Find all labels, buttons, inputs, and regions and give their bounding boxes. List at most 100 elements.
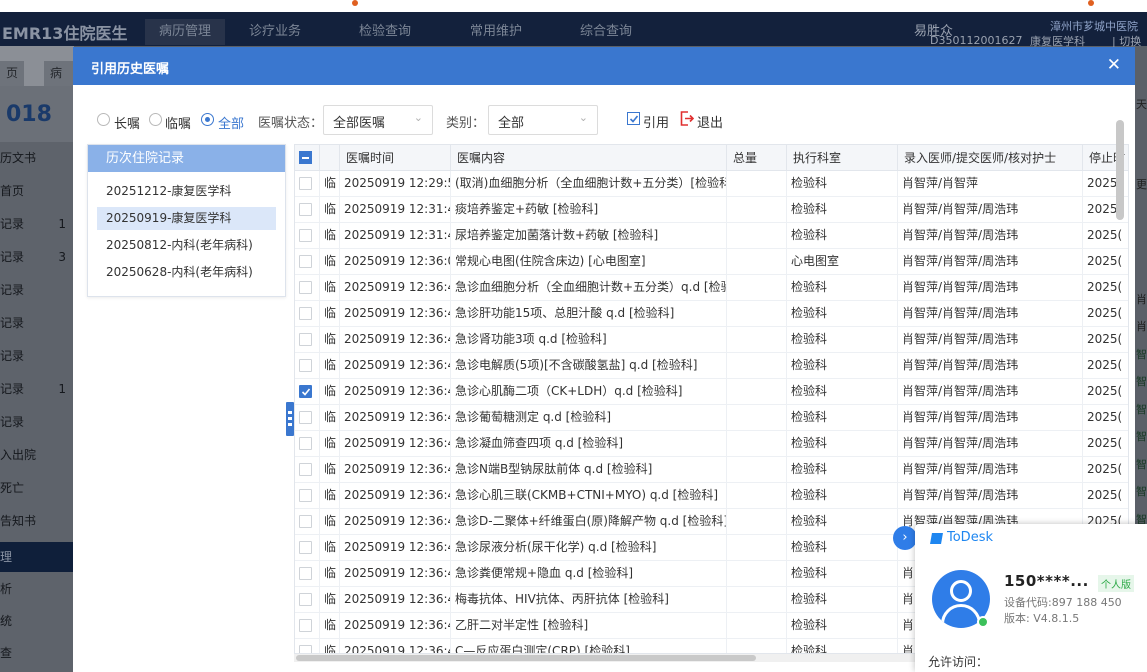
tab-record[interactable]: 病历: [44, 61, 74, 105]
table-row[interactable]: 临 20250919 12:36:04 常规心电图(住院含床边) [心电图室] 心电图…: [295, 249, 1128, 275]
table-row[interactable]: 临 20250919 12:29:58 (取消)血细胞分析（全血细胞计数+五分类）[…: [295, 171, 1128, 197]
col-staff[interactable]: 录入医师/提交医师/核对护士: [898, 145, 1083, 171]
sidebar-item[interactable]: 入出院: [0, 439, 74, 472]
right-edge-text: 智: [1136, 430, 1147, 443]
table-row[interactable]: 临 20250919 12:31:45 痰培养鉴定+药敏 [检验科] 检验科 肖智萍/肖…: [295, 197, 1128, 223]
col-time[interactable]: 医嘱时间: [340, 145, 451, 171]
sidebar-item[interactable]: 死亡: [0, 472, 74, 505]
cell-staff: 肖智萍/肖智萍/周浩玮: [898, 301, 1083, 326]
sidebar-item[interactable]: 记录 1: [0, 373, 74, 406]
row-checkbox[interactable]: [299, 593, 312, 606]
sidebar-item[interactable]: 记录: [0, 274, 74, 307]
radio-circle[interactable]: [201, 113, 214, 126]
row-checkbox-checked[interactable]: [299, 385, 312, 398]
select-all-checkbox[interactable]: [299, 151, 312, 164]
cell-select[interactable]: [295, 197, 320, 222]
row-checkbox[interactable]: [299, 411, 312, 424]
row-checkbox[interactable]: [299, 489, 312, 502]
todesk-collapse-button[interactable]: ›: [893, 526, 917, 550]
cell-select[interactable]: [295, 431, 320, 456]
sidebar-item[interactable]: 记录: [0, 406, 74, 439]
row-checkbox[interactable]: [299, 359, 312, 372]
row-checkbox[interactable]: [299, 307, 312, 320]
table-row[interactable]: 临 20250919 12:36:49 急诊N端B型钠尿肽前体 q.d [检验科] 检…: [295, 457, 1128, 483]
radio-circle[interactable]: [97, 113, 110, 126]
sidebar-section[interactable]: 查: [0, 638, 74, 668]
table-row[interactable]: 临 20250919 12:36:49 急诊肾功能3项 q.d [检验科] 检验科 肖智…: [295, 327, 1128, 353]
sidebar-item[interactable]: 记录 3: [0, 241, 74, 274]
cell-select[interactable]: [295, 509, 320, 534]
cell-content: 急诊尿液分析(尿干化学) q.d [检验科]: [451, 535, 727, 560]
cell-select[interactable]: [295, 275, 320, 300]
select-all-cell[interactable]: [295, 145, 320, 171]
row-checkbox[interactable]: [299, 541, 312, 554]
table-row[interactable]: 临 20250919 12:36:49 急诊肝功能15项、总胆汁酸 q.d [检验科…: [295, 301, 1128, 327]
cell-select[interactable]: [295, 353, 320, 378]
table-row[interactable]: 临 20250919 12:36:49 急诊凝血筛查四项 q.d [检验科] 检验科肖…: [295, 431, 1128, 457]
cell-select[interactable]: [295, 301, 320, 326]
horizontal-scroll-thumb[interactable]: [296, 655, 756, 661]
table-row[interactable]: 临 20250919 12:31:45 尿培养鉴定加菌落计数+药敏 [检验科] 检验科…: [295, 223, 1128, 249]
row-checkbox[interactable]: [299, 203, 312, 216]
cell-select[interactable]: [295, 379, 320, 404]
row-checkbox[interactable]: [299, 463, 312, 476]
col-content[interactable]: 医嘱内容: [451, 145, 727, 171]
tab-home[interactable]: 页: [0, 61, 25, 86]
history-item[interactable]: 20250628-内科(老年病科): [97, 261, 276, 284]
sidebar-item[interactable]: 首页: [0, 175, 74, 208]
cell-select[interactable]: [295, 613, 320, 638]
sidebar-section[interactable]: 析: [0, 574, 74, 604]
cell-select[interactable]: [295, 457, 320, 482]
table-row[interactable]: 临 20250919 12:36:49 急诊电解质(5项)[不含碳酸氢盐] q.d …: [295, 353, 1128, 379]
cell-select[interactable]: [295, 587, 320, 612]
table-row[interactable]: 临 20250919 12:36:49 急诊葡萄糖测定 q.d [检验科] 检验科 肖智…: [295, 405, 1128, 431]
cell-select[interactable]: [295, 483, 320, 508]
table-row[interactable]: 临 20250919 12:36:49 急诊心肌三联(CKMB+CTNI+MYO) …: [295, 483, 1128, 509]
history-item[interactable]: 20251212-康复医学科: [97, 180, 276, 203]
table-row[interactable]: 临 20250919 12:36:49 急诊血细胞分析（全血细胞计数+五分类）q.d…: [295, 275, 1128, 301]
sidebar-item-count: 1: [58, 217, 66, 231]
row-checkbox[interactable]: [299, 645, 312, 653]
row-checkbox[interactable]: [299, 437, 312, 450]
row-checkbox[interactable]: [299, 255, 312, 268]
sidebar-item[interactable]: 记录 1: [0, 208, 74, 241]
sidebar-item[interactable]: 历文书: [0, 142, 74, 175]
user-code: D350112001627: [930, 34, 1023, 47]
cell-select[interactable]: [295, 561, 320, 586]
radio-circle[interactable]: [149, 113, 162, 126]
sidebar-section[interactable]: 理: [0, 542, 74, 572]
close-icon[interactable]: ✕: [1107, 55, 1121, 75]
sidebar-item[interactable]: 记录: [0, 307, 74, 340]
menu-record-management[interactable]: 病历管理: [145, 19, 226, 45]
cell-select[interactable]: [295, 535, 320, 560]
col-quantity[interactable]: 总量: [727, 145, 787, 171]
cell-select[interactable]: [295, 171, 320, 196]
row-checkbox[interactable]: [299, 515, 312, 528]
table-row[interactable]: 临 20250919 12:36:49 急诊心肌酶二项（CK+LDH）q.d [检验…: [295, 379, 1128, 405]
sidebar-item[interactable]: 记录: [0, 340, 74, 373]
menu-clinical-business[interactable]: 诊疗业务: [235, 19, 315, 45]
row-checkbox[interactable]: [299, 177, 312, 190]
row-checkbox[interactable]: [299, 619, 312, 632]
row-checkbox[interactable]: [299, 281, 312, 294]
menu-common-maintenance[interactable]: 常用维护: [456, 19, 536, 45]
status-select[interactable]: 全部医嘱 ⌄: [323, 105, 433, 135]
row-checkbox[interactable]: [299, 567, 312, 580]
sidebar-item[interactable]: 告知书: [0, 505, 74, 538]
cell-select[interactable]: [295, 405, 320, 430]
cell-select[interactable]: [295, 639, 320, 653]
type-select[interactable]: 全部 ⌄: [488, 105, 598, 135]
history-item[interactable]: 20250812-内科(老年病科): [97, 234, 276, 257]
cell-select[interactable]: [295, 249, 320, 274]
cell-select[interactable]: [295, 223, 320, 248]
panel-splitter-handle[interactable]: [286, 402, 294, 436]
row-checkbox[interactable]: [299, 333, 312, 346]
menu-lab-query[interactable]: 检验查询: [345, 19, 425, 45]
vertical-scroll-thumb[interactable]: [1116, 120, 1124, 220]
sidebar-section[interactable]: 统: [0, 606, 74, 636]
history-item-selected[interactable]: 20250919-康复医学科: [97, 207, 276, 230]
col-exec-dept[interactable]: 执行科室: [787, 145, 898, 171]
menu-general-query[interactable]: 综合查询: [566, 19, 646, 45]
row-checkbox[interactable]: [299, 229, 312, 242]
cell-select[interactable]: [295, 327, 320, 352]
